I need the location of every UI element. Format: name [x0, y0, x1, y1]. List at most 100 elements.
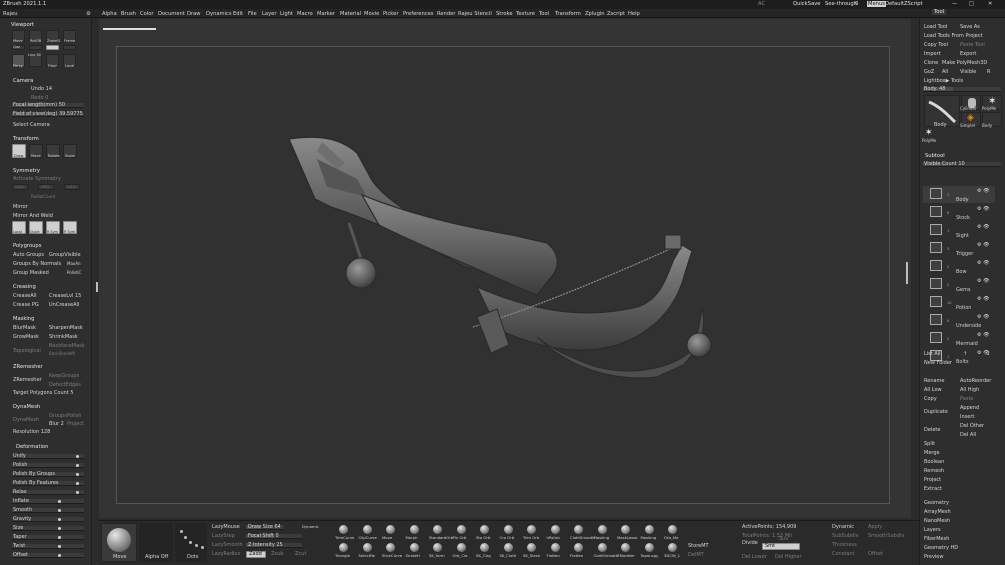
menu-layer[interactable]: Layer [262, 11, 276, 17]
del-lower-button[interactable]: Del Lower [742, 554, 767, 560]
subtool-visibility-icon[interactable]: ⚙ 👁 [977, 260, 989, 266]
del-all-button[interactable]: Del All [960, 432, 976, 438]
rename-button[interactable]: Rename [924, 378, 945, 384]
delete-button[interactable]: Delete [924, 427, 940, 433]
vp-toggle-4[interactable] [63, 45, 76, 50]
menu-alpha[interactable]: Alpha [102, 11, 117, 17]
maxan-slider[interactable]: MaxAn [67, 261, 81, 267]
subtool-row[interactable]: 2 Gems ⚙ 👁 [923, 276, 995, 293]
menu-preferences[interactable]: Preferences [403, 11, 434, 17]
subtool-row[interactable]: 1 Sight ⚙ 👁 [923, 222, 995, 239]
detect-edges-button[interactable]: DetectEdges [49, 382, 81, 388]
left-tray-handle[interactable] [96, 282, 98, 292]
append-button[interactable]: Append [960, 405, 979, 411]
keep-groups-button[interactable]: KeepGroups [49, 373, 79, 379]
load-tool-button[interactable]: Load Tool [924, 24, 947, 30]
brush-r2-14-icon[interactable] [668, 543, 677, 552]
activate-symmetry-button[interactable]: Activate Symmetry [13, 176, 61, 182]
resolution-slider[interactable]: Resolution 128 [13, 429, 50, 435]
dm-project-button[interactable]: Project [67, 421, 84, 427]
brush-r1-1-icon[interactable] [362, 525, 372, 534]
zsub-button[interactable]: Zsub [271, 551, 283, 557]
dynamesh-button[interactable]: DynaMesh [13, 417, 39, 423]
layers-section[interactable]: Layers [924, 527, 941, 533]
subtool-visibility-icon[interactable]: ⚙ 👁 [977, 188, 989, 194]
document-tab-indicator[interactable] [103, 28, 156, 30]
brush-r1-4-icon[interactable] [433, 525, 442, 534]
menu-draw[interactable]: Draw [187, 11, 201, 17]
offset-slider[interactable]: Offset [868, 551, 883, 557]
goz-button[interactable]: GoZ [924, 69, 934, 75]
menu-edit[interactable]: Edit [233, 11, 243, 17]
storemt-button[interactable]: StoreMT [688, 543, 709, 549]
goz-visible-button[interactable]: Visible [960, 69, 976, 75]
brush-r2-13-icon[interactable] [644, 543, 654, 552]
mirror-weld-button[interactable]: Mirror And Weld [13, 213, 53, 219]
all-high-button[interactable]: All High [960, 387, 979, 393]
menu-macro[interactable]: Macro [297, 11, 313, 17]
brush-r2-5-icon[interactable] [456, 543, 466, 552]
brush-r1-13-icon[interactable] [644, 525, 654, 534]
goz-all-button[interactable]: All [942, 69, 948, 75]
brush-r1-10-icon[interactable] [574, 525, 583, 534]
brush-r1-5-icon[interactable] [456, 525, 466, 534]
new-folder-button[interactable]: New Folder [924, 360, 952, 366]
subtool-row[interactable]: 2 Mermaid ⚙ 👁 [923, 330, 995, 347]
select-camera-button[interactable]: Select Camera [13, 122, 50, 128]
vp-toggle-3[interactable] [46, 45, 59, 50]
menu-help[interactable]: Help [628, 11, 640, 17]
menu-file[interactable]: File [248, 11, 257, 17]
target-poly-slider[interactable]: Target Polygons Count 5 [13, 390, 74, 396]
goz-r-button[interactable]: R [987, 69, 990, 75]
vp-toggle-2[interactable] [29, 45, 42, 50]
lazystep-slider[interactable]: LazyStep [212, 533, 235, 539]
menu-stroke[interactable]: Stroke [496, 11, 513, 17]
brush-r1-9-icon[interactable] [550, 525, 560, 534]
backface-mask-button[interactable]: BackfaceMask [49, 343, 85, 349]
brush-r2-9-icon[interactable] [550, 543, 560, 552]
subtool-visibility-icon[interactable]: ⚙ 👁 [977, 278, 989, 284]
brush-r2-2-icon[interactable] [386, 543, 395, 552]
brush-r2-6-icon[interactable] [480, 543, 489, 552]
menu-tool[interactable]: Tool [539, 11, 549, 17]
backshade-button[interactable]: BackShadeM [49, 351, 75, 357]
subtool-row[interactable]: 4 Underside ⚙ 👁 [923, 312, 995, 329]
paste-subtool-button[interactable]: Paste [960, 396, 974, 402]
divide-button[interactable]: Divide [742, 540, 758, 546]
shrink-mask-button[interactable]: ShrinkMask [49, 334, 78, 340]
del-other-button[interactable]: Del Other [960, 423, 984, 429]
constant-slider[interactable]: Constant [832, 551, 854, 557]
mirror-button[interactable]: Mirror [13, 204, 28, 210]
blur-mask-button[interactable]: BlurMask [13, 325, 36, 331]
group-visible-button[interactable]: GroupVisible [49, 252, 81, 258]
arraymesh-section[interactable]: ArrayMesh [924, 509, 951, 515]
brush-r1-0-icon[interactable] [339, 525, 348, 534]
zremesher-button[interactable]: ZRemesher [13, 377, 42, 383]
redo-button[interactable]: Redo 0 [31, 95, 48, 101]
clone-button[interactable]: Clone [924, 60, 938, 66]
subtool-row[interactable]: 2 Bow ⚙ 👁 [923, 258, 995, 275]
menu-color[interactable]: Color [140, 11, 154, 17]
brush-r1-2-icon[interactable] [386, 525, 395, 534]
dm-polish-button[interactable]: Polish [67, 413, 81, 419]
auto-reorder-button[interactable]: AutoReorder [960, 378, 991, 384]
polishc-slider[interactable]: PolishC [67, 270, 81, 276]
brush-r2-4-icon[interactable] [433, 543, 442, 552]
delmt-button[interactable]: DelMT [688, 552, 704, 558]
brush-r2-0-icon[interactable] [339, 543, 348, 552]
paste-tool-button[interactable]: Paste Tool [960, 42, 985, 48]
sharpen-mask-button[interactable]: SharpenMask [49, 325, 83, 331]
crease-lvl-slider[interactable]: CreaseLvl 15 [49, 293, 81, 299]
lazyradius-slider[interactable]: LazyRadius [212, 551, 240, 557]
brush-r2-12-icon[interactable] [621, 543, 630, 552]
brush-r2-7-icon[interactable] [503, 543, 513, 552]
brush-r2-10-icon[interactable] [574, 543, 583, 552]
preview-section[interactable]: Preview [924, 554, 943, 560]
all-low-button[interactable]: All Low [924, 387, 942, 393]
menu-texture[interactable]: Texture [516, 11, 535, 17]
crease-all-button[interactable]: CreaseAll [13, 293, 36, 299]
apply-button[interactable]: Apply [868, 524, 882, 530]
menu-brush[interactable]: Brush [121, 11, 136, 17]
canvas-viewport[interactable] [116, 46, 890, 504]
group-masked-button[interactable]: Group Masked [13, 270, 49, 276]
